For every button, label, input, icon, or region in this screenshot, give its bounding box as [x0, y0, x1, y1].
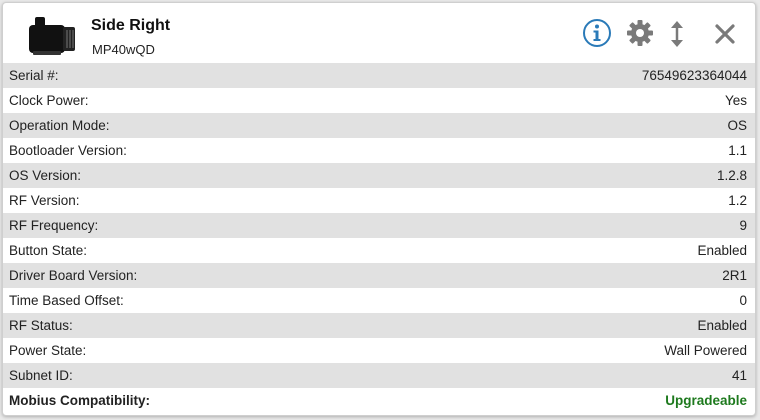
row-value: 1.1: [728, 143, 747, 158]
card-header: Side Right MP40wQD: [3, 3, 755, 63]
row-rf-frequency: RF Frequency: 9: [3, 213, 755, 238]
row-clock-power: Clock Power: Yes: [3, 88, 755, 113]
row-label: Driver Board Version:: [9, 268, 138, 283]
row-label: Power State:: [9, 343, 87, 358]
row-label: Serial #:: [9, 68, 59, 83]
row-value: 41: [731, 368, 747, 383]
row-value: Yes: [724, 93, 747, 108]
row-value: 0: [739, 293, 747, 308]
row-label: Time Based Offset:: [9, 293, 124, 308]
row-time-based-offset: Time Based Offset: 0: [3, 288, 755, 313]
row-power-state: Power State: Wall Powered: [3, 338, 755, 363]
row-value: Enabled: [697, 243, 747, 258]
row-subnet-id: Subnet ID: 41: [3, 363, 755, 388]
mobius-status-value: Upgradeable: [665, 393, 747, 408]
row-label: RF Version:: [9, 193, 80, 208]
row-label: Button State:: [9, 243, 88, 258]
close-icon[interactable]: [714, 23, 736, 45]
row-label: Bootloader Version:: [9, 143, 127, 158]
row-driver-board-version: Driver Board Version: 2R1: [3, 263, 755, 288]
row-value: OS: [727, 118, 747, 133]
row-value: Enabled: [697, 318, 747, 333]
device-info-card: Side Right MP40wQD Serial #: 76549623364…: [2, 2, 756, 416]
row-rf-version: RF Version: 1.2: [3, 188, 755, 213]
row-label: OS Version:: [9, 168, 82, 183]
row-value: 1.2.8: [716, 168, 747, 183]
info-icon[interactable]: [582, 18, 612, 48]
row-serial: Serial #: 76549623364044: [3, 63, 755, 88]
info-table: Serial #: 76549623364044 Clock Power: Ye…: [3, 63, 755, 413]
vertical-resize-icon[interactable]: [669, 20, 685, 48]
row-label: RF Status:: [9, 318, 73, 333]
device-model: MP40wQD: [92, 42, 155, 57]
row-button-state: Button State: Enabled: [3, 238, 755, 263]
row-os-version: OS Version: 1.2.8: [3, 163, 755, 188]
pump-device-icon: [29, 17, 75, 55]
row-label: Subnet ID:: [9, 368, 73, 383]
row-operation-mode: Operation Mode: OS: [3, 113, 755, 138]
row-label: RF Frequency:: [9, 218, 99, 233]
row-value: 2R1: [722, 268, 747, 283]
row-value: 76549623364044: [641, 68, 747, 83]
row-label: Clock Power:: [9, 93, 89, 108]
row-value: 1.2: [728, 193, 747, 208]
row-value: Wall Powered: [664, 343, 747, 358]
row-label: Operation Mode:: [9, 118, 110, 133]
row-rf-status: RF Status: Enabled: [3, 313, 755, 338]
gear-icon[interactable]: [626, 19, 654, 47]
row-mobius-compatibility: Mobius Compatibility: Upgradeable: [3, 388, 755, 413]
row-value: 9: [739, 218, 747, 233]
row-bootloader-version: Bootloader Version: 1.1: [3, 138, 755, 163]
device-title: Side Right: [91, 17, 171, 34]
row-label: Mobius Compatibility:: [9, 393, 150, 408]
